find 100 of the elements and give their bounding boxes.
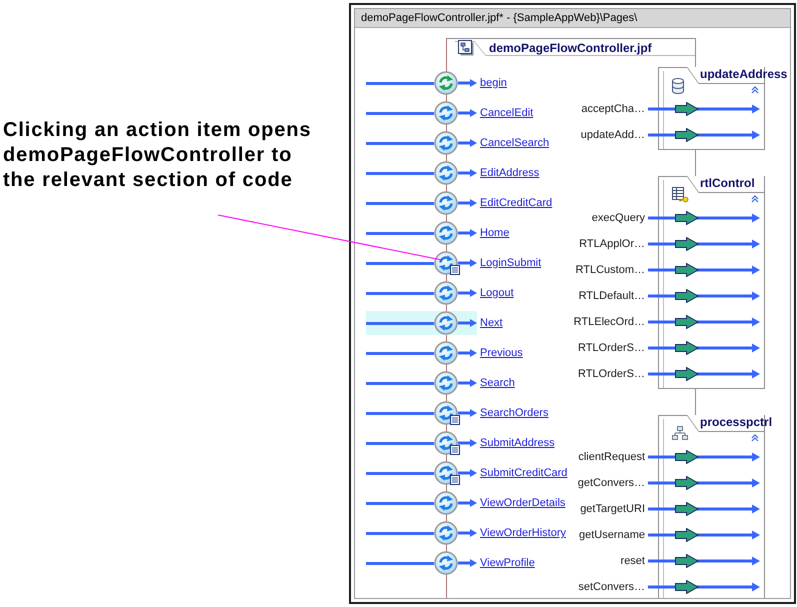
connector-line — [366, 202, 434, 204]
method-label: execQuery — [590, 211, 645, 225]
method-label: RTLCustom… — [574, 263, 645, 277]
connector-line — [366, 442, 434, 444]
arrow-icon — [648, 128, 760, 142]
connector-line — [366, 532, 434, 534]
action-link[interactable]: ViewOrderHistory — [480, 526, 566, 540]
action-link[interactable]: EditCreditCard — [480, 196, 552, 210]
connector-line — [366, 412, 434, 414]
cycle-icon — [434, 521, 458, 545]
arrow-icon — [458, 528, 477, 538]
method-label: RTLApplOr… — [578, 237, 645, 251]
cycle-icon — [434, 131, 458, 155]
arrow-icon — [648, 263, 760, 277]
method-label: clientRequest — [577, 450, 645, 464]
arrow-icon — [648, 211, 760, 225]
arrow-icon — [648, 341, 760, 355]
method-label: RTLDefault… — [578, 289, 645, 303]
control-title: updateAddress — [700, 67, 788, 81]
action-link[interactable]: begin — [480, 76, 507, 90]
action-link[interactable]: SubmitAddress — [480, 436, 555, 450]
document-icon — [450, 445, 460, 455]
connector-line — [366, 142, 434, 144]
arrow-icon — [458, 288, 477, 298]
action-link[interactable]: Logout — [480, 286, 514, 300]
action-link[interactable]: Search — [480, 376, 515, 390]
connector-line — [366, 352, 434, 354]
method-label: acceptCha… — [580, 102, 645, 116]
method-label: getUsername — [578, 528, 645, 542]
arrow-icon — [648, 502, 760, 516]
cycle-icon — [434, 311, 458, 335]
method-label: getTargetURI — [579, 502, 645, 516]
arrow-icon — [648, 102, 760, 116]
method-label: setConvers… — [577, 580, 645, 594]
method-label: RTLOrderS… — [576, 341, 645, 355]
control-title: processpctrl — [700, 415, 774, 429]
collapse-icon[interactable] — [751, 195, 759, 203]
action-link[interactable]: ViewOrderDetails — [480, 496, 566, 510]
cycle-icon — [434, 161, 458, 185]
arrow-icon — [648, 237, 760, 251]
arrow-icon — [458, 168, 477, 178]
arrow-icon — [458, 198, 477, 208]
connector-line — [366, 322, 434, 324]
arrow-icon — [458, 408, 477, 418]
collapse-icon[interactable] — [751, 86, 759, 94]
action-link[interactable]: EditAddress — [480, 166, 540, 180]
window-title: demoPageFlowController.jpf* - {SampleAppWeb}\Pages\ — [355, 9, 790, 28]
action-link[interactable]: Next — [480, 316, 503, 330]
document-icon — [450, 475, 460, 485]
arrow-icon — [458, 468, 477, 478]
arrow-icon — [458, 108, 477, 118]
connector-line — [366, 562, 434, 564]
cycle-icon — [434, 71, 458, 95]
arrow-icon — [458, 348, 477, 358]
hierarchy-icon — [672, 426, 688, 440]
arrow-icon — [458, 378, 477, 388]
arrow-icon — [648, 580, 760, 594]
arrow-icon — [648, 554, 760, 568]
action-link[interactable]: CancelSearch — [480, 136, 550, 150]
method-label: reset — [620, 554, 645, 568]
arrow-icon — [648, 289, 760, 303]
cycle-icon — [434, 221, 458, 245]
arrow-icon — [458, 438, 477, 448]
cycle-icon — [434, 371, 458, 395]
connector-line — [366, 112, 434, 114]
control-title: rtlControl — [700, 176, 756, 190]
arrow-icon — [648, 315, 760, 329]
arrow-icon — [648, 476, 760, 490]
method-label: getConvers… — [576, 476, 645, 490]
arrow-icon — [648, 528, 760, 542]
arrow-icon — [458, 138, 477, 148]
document-icon — [450, 415, 460, 425]
connector-line — [366, 262, 434, 264]
cycle-icon — [434, 491, 458, 515]
action-link[interactable]: Home — [480, 226, 510, 240]
arrow-icon — [648, 367, 760, 381]
action-link[interactable]: CancelEdit — [480, 106, 534, 120]
arrow-icon — [458, 258, 477, 268]
arrow-icon — [458, 498, 477, 508]
arrow-icon — [458, 228, 477, 238]
cycle-icon — [434, 281, 458, 305]
action-link[interactable]: LoginSubmit — [480, 256, 542, 270]
cycle-icon — [434, 101, 458, 125]
connector-line — [366, 172, 434, 174]
cycle-icon — [434, 191, 458, 215]
action-link[interactable]: SubmitCreditCard — [480, 466, 568, 480]
controller-title: demoPageFlowController.jpf — [489, 41, 652, 55]
connector-line — [366, 232, 434, 234]
arrow-icon — [458, 318, 477, 328]
action-link[interactable]: ViewProfile — [480, 556, 535, 570]
method-label: updateAdd… — [580, 128, 645, 142]
arrow-icon — [458, 558, 477, 568]
cycle-icon — [434, 341, 458, 365]
action-link[interactable]: Previous — [480, 346, 523, 360]
arrow-icon — [648, 450, 760, 464]
action-link[interactable]: SearchOrders — [480, 406, 548, 420]
database-icon — [672, 78, 684, 94]
callout-text: Clicking an action item opens demoPageFlowController to the relevant section of code — [3, 118, 312, 193]
connector-line — [366, 292, 434, 294]
collapse-icon[interactable] — [751, 434, 759, 442]
